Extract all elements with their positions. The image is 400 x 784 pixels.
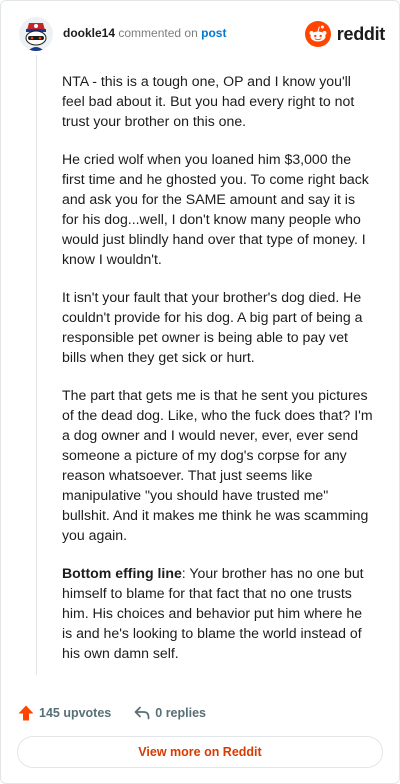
- comment-meta: dookle14 commented on post: [63, 26, 226, 40]
- comment-action-text: commented on: [118, 26, 198, 40]
- comment-body: NTA - this is a tough one, OP and I know…: [62, 71, 374, 681]
- comment-actions: 145 upvotes 0 replies: [17, 701, 228, 725]
- reply-count: 0 replies: [155, 706, 206, 720]
- bold-lead: Bottom effing line: [62, 565, 182, 581]
- upvote-button[interactable]: 145 upvotes: [17, 704, 111, 722]
- comment-paragraph-final: Bottom effing line: Your brother has no …: [62, 563, 374, 663]
- comment-paragraph: NTA - this is a tough one, OP and I know…: [62, 73, 355, 129]
- reddit-logo-icon: [304, 21, 331, 47]
- reddit-logo[interactable]: reddit: [304, 20, 386, 48]
- comment-paragraph: The part that gets me is that he sent yo…: [62, 387, 373, 543]
- snoo-avatar-icon[interactable]: [19, 17, 53, 51]
- post-link[interactable]: post: [201, 26, 226, 40]
- reply-arrow-icon: [134, 706, 150, 720]
- comment-paragraph: It isn't your fault that your brother's …: [62, 289, 363, 365]
- comment-header: dookle14 commented on post reddit: [19, 17, 385, 53]
- upvote-arrow-icon: [18, 705, 34, 721]
- reply-button[interactable]: 0 replies: [133, 704, 206, 722]
- reddit-wordmark: reddit: [336, 23, 386, 44]
- username-link[interactable]: dookle14: [63, 26, 115, 40]
- view-more-button[interactable]: View more on Reddit: [17, 736, 383, 768]
- upvote-count: 145 upvotes: [39, 706, 112, 720]
- comment-card: dookle14 commented on post reddit NTA - …: [0, 0, 400, 784]
- comment-paragraph: He cried wolf when you loaned him $3,000…: [62, 151, 369, 267]
- thread-line: [36, 55, 37, 675]
